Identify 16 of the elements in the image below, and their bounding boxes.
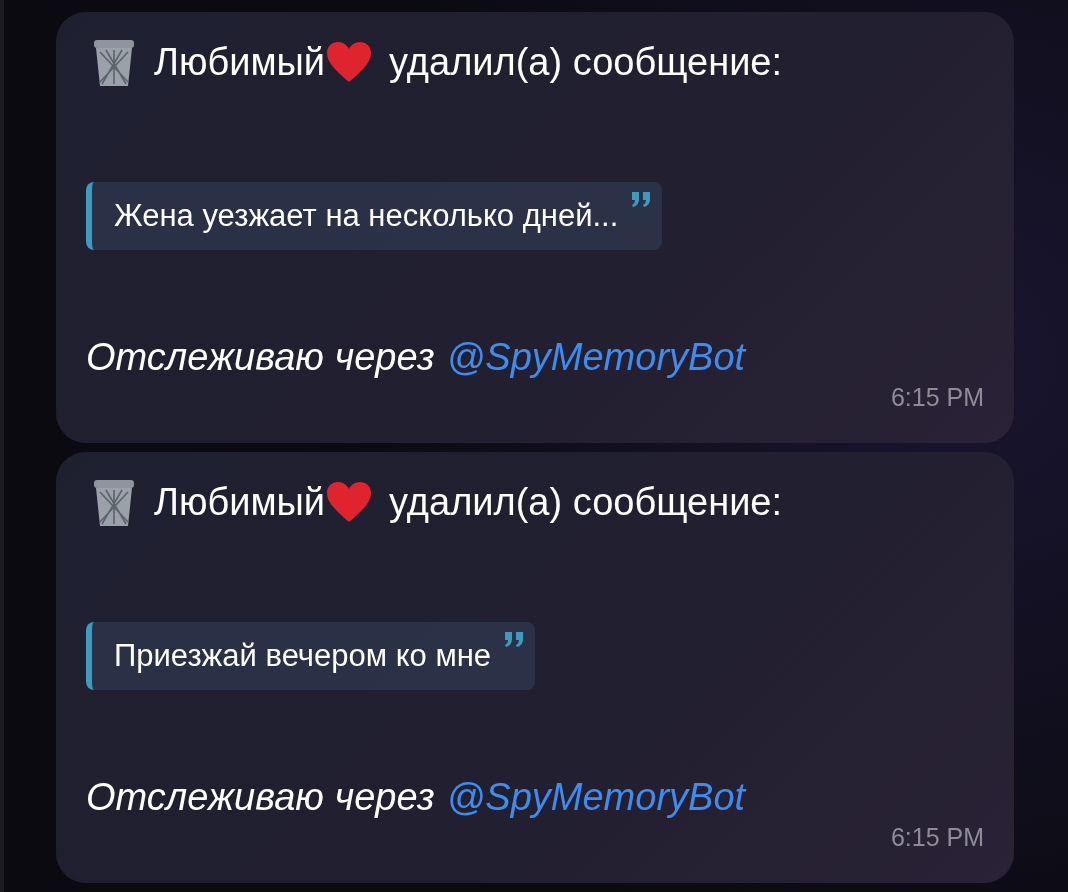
bot-link[interactable]: @SpyMemoryBot: [446, 336, 746, 378]
heart-icon: [325, 480, 374, 524]
message-time: 6:15 PM: [890, 383, 984, 412]
quote-block: Приезжай вечером ко мне: [86, 622, 536, 690]
quote-icon: [503, 630, 526, 648]
message-action: удалил(а) сообщение:: [389, 40, 783, 84]
sender-name: Любимый: [154, 480, 326, 524]
tracking-note: Отслеживаю через @SpyMemoryBot: [86, 776, 748, 819]
tracking-note: Отслеживаю через @SpyMemoryBot: [86, 336, 748, 379]
message-time: 6:15 PM: [890, 823, 984, 852]
message-action: удалил(а) сообщение:: [389, 480, 783, 524]
bot-link[interactable]: @SpyMemoryBot: [446, 776, 746, 818]
quote-block: Жена уезжает на несколько дней...: [86, 182, 663, 250]
heart-icon: [325, 40, 374, 84]
quote-icon: [630, 190, 653, 208]
sender-name: Любимый: [154, 40, 326, 84]
